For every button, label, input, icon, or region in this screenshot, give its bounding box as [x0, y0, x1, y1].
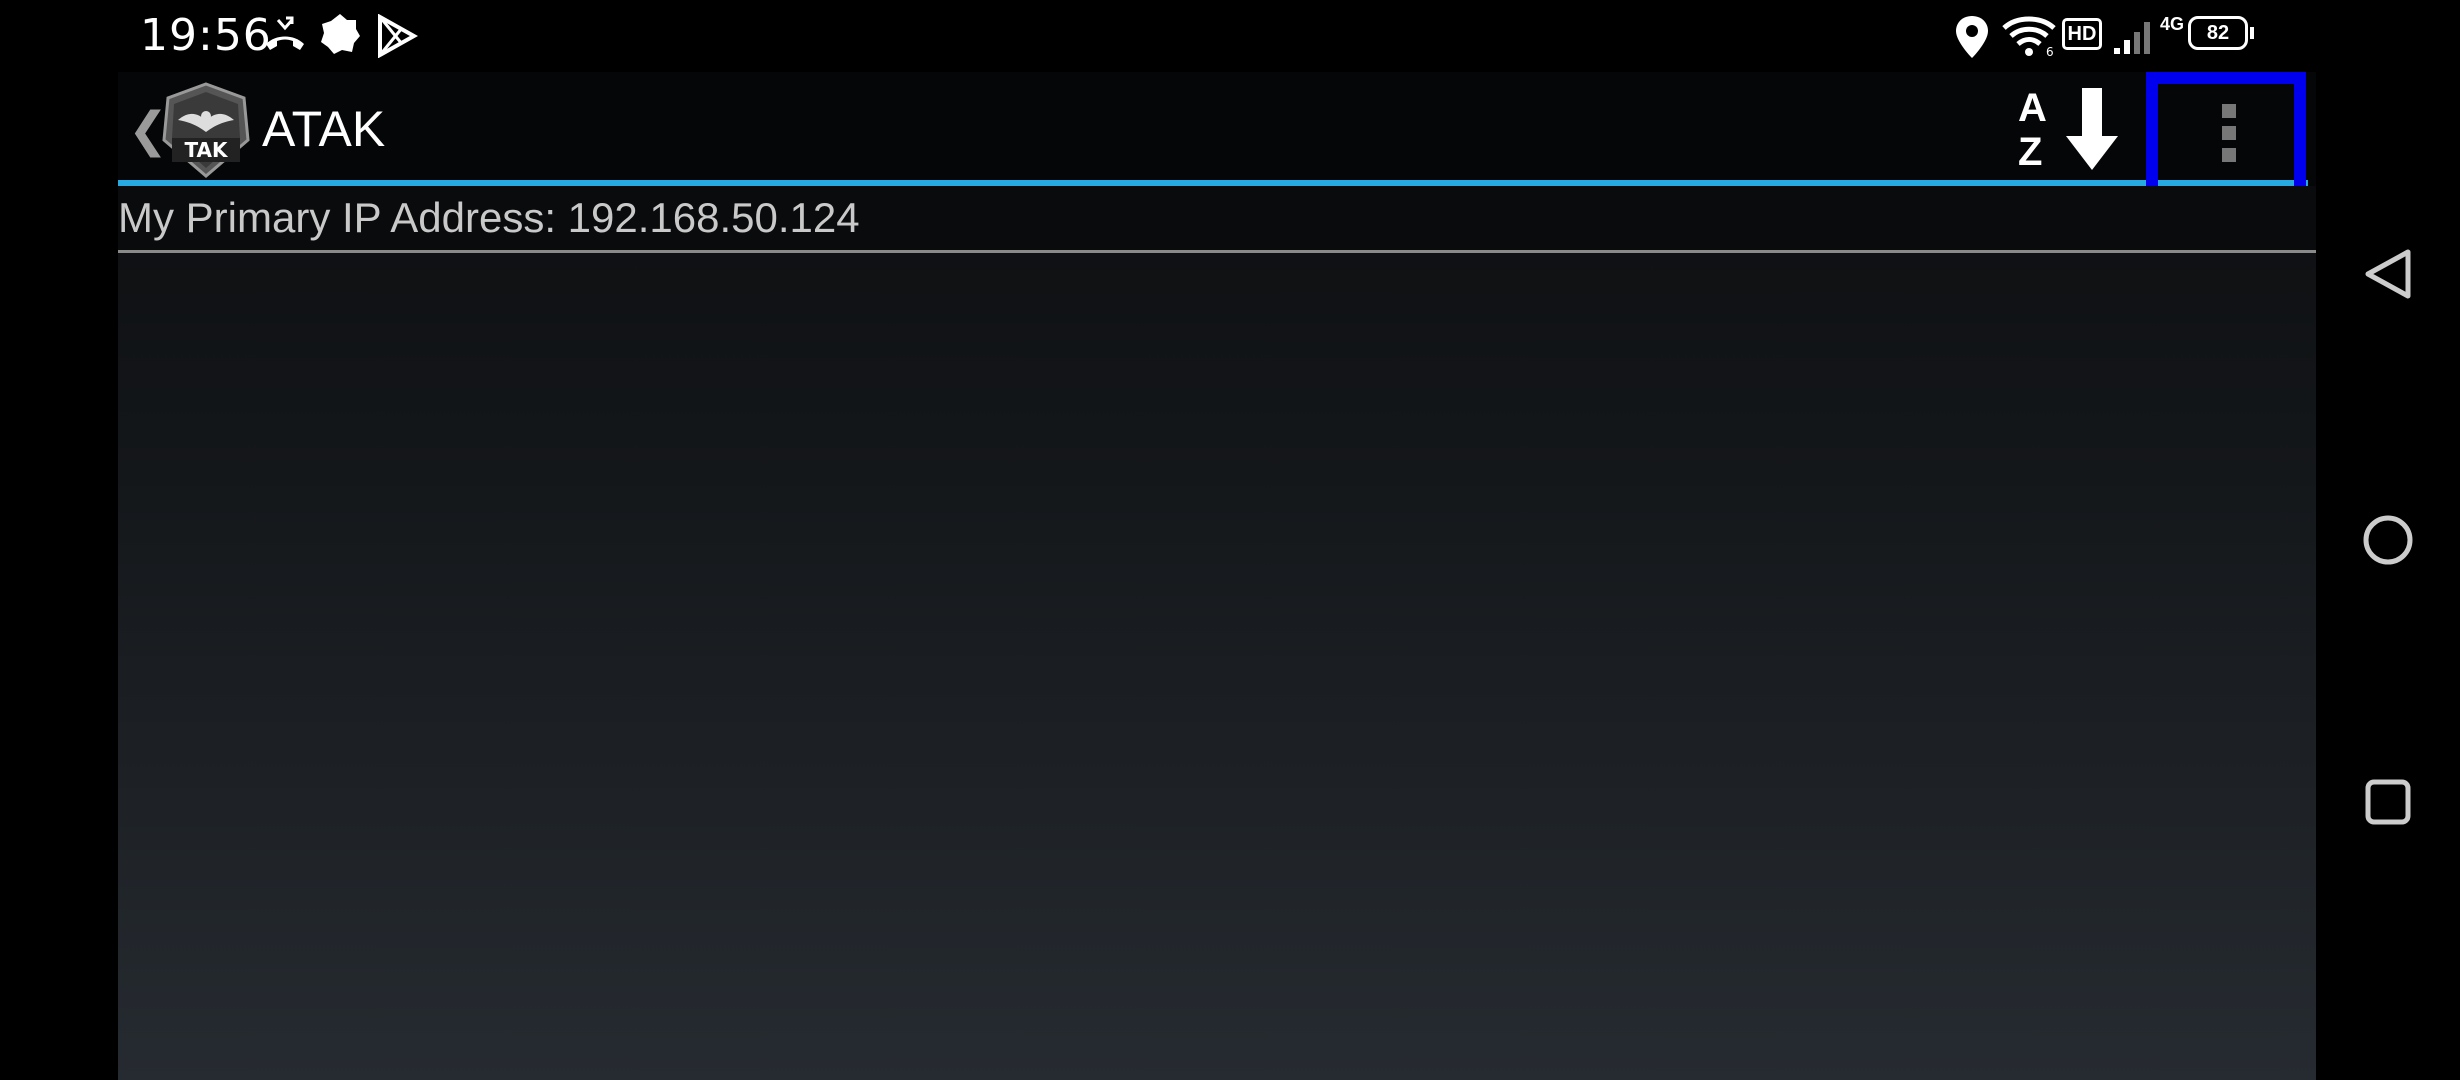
status-bar: 19:56 6 HD 4G 82: [0, 0, 2360, 72]
sort-az-button[interactable]: A Z: [2006, 84, 2126, 178]
status-time: 19:56: [140, 10, 272, 61]
battery-tip: [2250, 27, 2254, 39]
home-icon: [2363, 515, 2413, 565]
settings-badge-icon: [321, 14, 360, 54]
sort-z-label: Z: [2018, 130, 2043, 174]
app-window: ❮ TAK ATAK A Z My Primary IP Address: 19…: [118, 72, 2316, 1080]
sort-down-arrow-icon: [2066, 88, 2118, 170]
nav-back-button[interactable]: [2350, 236, 2426, 312]
recents-icon: [2365, 779, 2411, 825]
play-store-icon: [378, 14, 418, 58]
nav-recents-button[interactable]: [2350, 764, 2426, 840]
missed-call-icon: [266, 16, 304, 50]
signal-icon: [2114, 22, 2150, 54]
action-bar: ❮ TAK ATAK A Z: [118, 72, 2316, 186]
network-4g-icon: 4G: [2160, 14, 2185, 34]
tak-logo-text: TAK: [184, 138, 229, 162]
location-icon: [1956, 16, 1988, 58]
overflow-menu-icon: [2222, 104, 2236, 162]
tak-logo[interactable]: TAK: [158, 80, 254, 180]
primary-ip-row: My Primary IP Address: 192.168.50.124: [118, 186, 2316, 253]
hd-icon: HD: [2062, 18, 2102, 50]
battery-level: 82: [2206, 22, 2230, 44]
sort-a-label: A: [2018, 86, 2047, 130]
battery-icon: 82: [2188, 16, 2248, 50]
back-icon: [2365, 249, 2411, 299]
app-title: ATAK: [262, 101, 386, 157]
navigation-bar: [2320, 0, 2460, 1080]
svg-text:6: 6: [2046, 45, 2054, 58]
nav-home-button[interactable]: [2350, 502, 2426, 578]
primary-ip-label: My Primary IP Address: 192.168.50.124: [118, 194, 860, 241]
hd-label: HD: [2067, 23, 2097, 45]
wifi-icon: 6: [2002, 16, 2056, 58]
